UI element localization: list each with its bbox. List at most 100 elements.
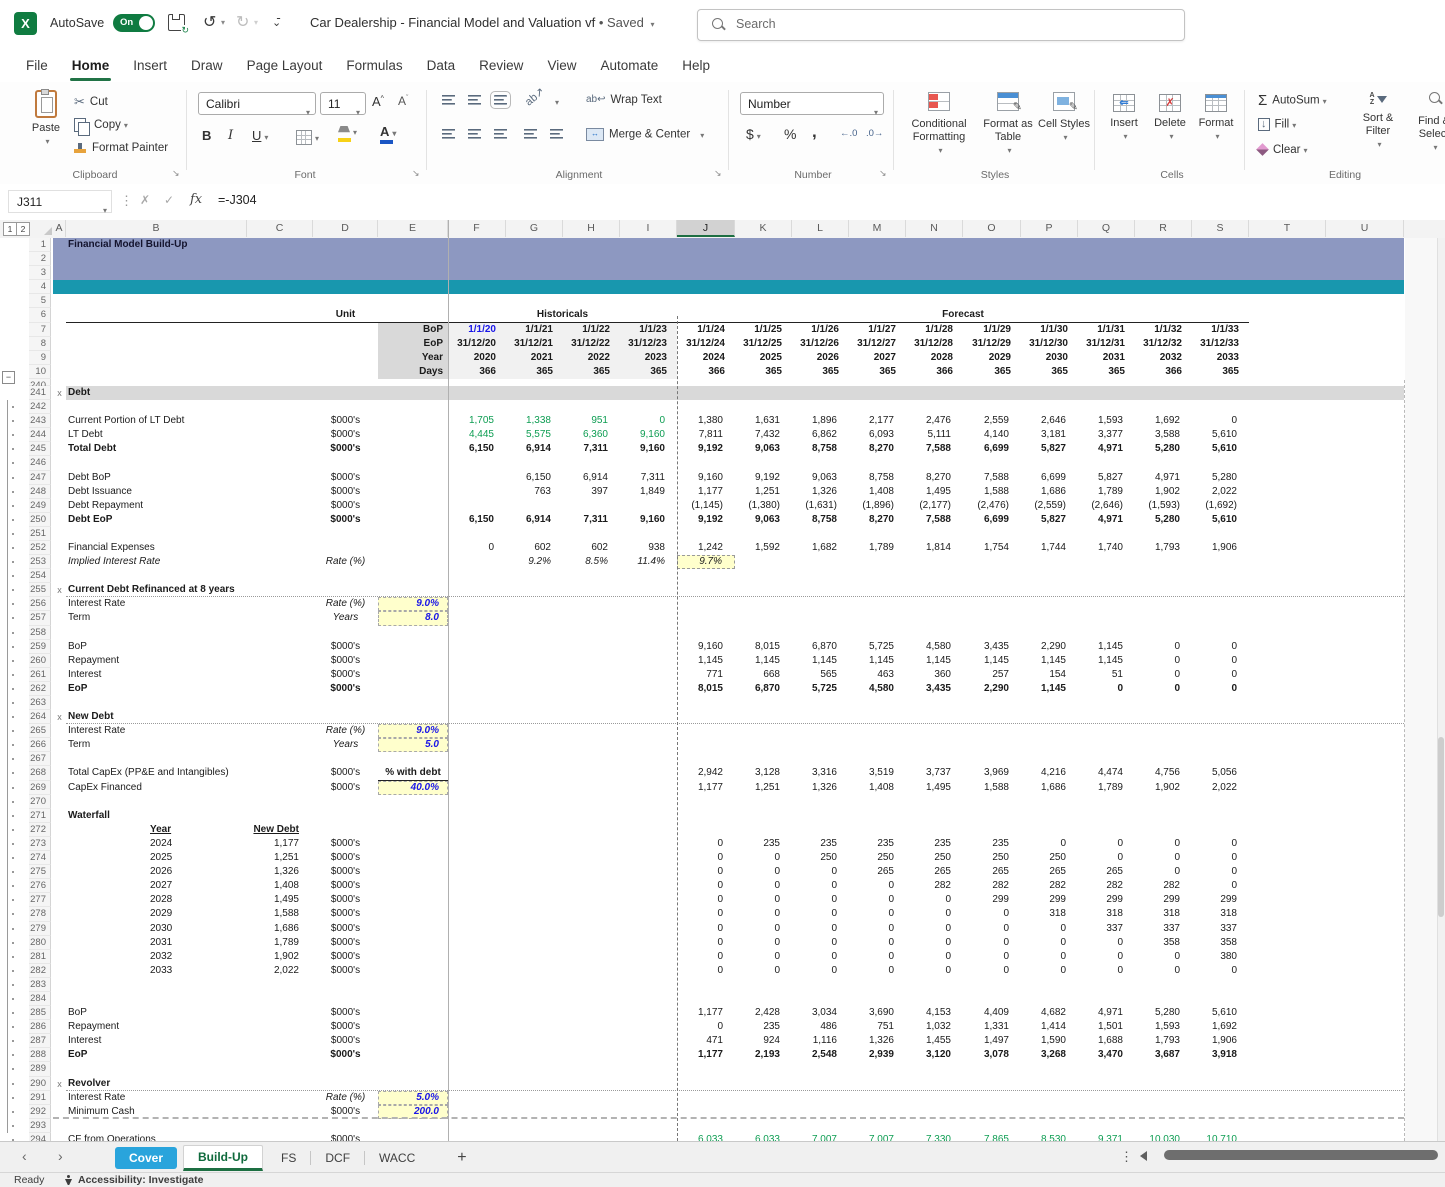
cell-M249[interactable]: (1,896) [849, 499, 906, 513]
cell-O278[interactable]: 0 [963, 907, 1021, 921]
cell-D265[interactable]: Rate (%) [313, 724, 378, 738]
borders-button[interactable]: ▾ [296, 130, 319, 145]
cell-G252[interactable]: 602 [506, 541, 563, 555]
menu-tab-draw[interactable]: Draw [179, 52, 235, 79]
cell-G253[interactable]: 9.2% [506, 555, 563, 569]
clear-button[interactable]: Clear▾ [1258, 144, 1308, 156]
period-label-year[interactable]: Year [378, 351, 448, 365]
cell-N287[interactable]: 1,455 [906, 1034, 963, 1048]
cell-P288[interactable]: 3,268 [1021, 1048, 1078, 1062]
cell-N280[interactable]: 0 [906, 936, 963, 950]
cell-M285[interactable]: 3,690 [849, 1006, 906, 1020]
cell-Q268[interactable]: 4,474 [1078, 766, 1135, 780]
row-header-281[interactable]: 281 [29, 950, 51, 964]
cell-L276[interactable]: 0 [792, 879, 849, 893]
cell-Q248[interactable]: 1,789 [1078, 485, 1135, 499]
cell-I247[interactable]: 7,311 [620, 471, 677, 485]
row-header-245[interactable]: 245 [29, 442, 51, 456]
cell-M8[interactable]: 31/12/27 [849, 337, 906, 351]
cell-J249[interactable]: (1,145) [677, 499, 735, 513]
sheet-tab-wacc[interactable]: WACC [365, 1147, 429, 1169]
cell-M260[interactable]: 1,145 [849, 654, 906, 668]
cell-C274[interactable]: 1,251 [247, 851, 313, 865]
row-header-8[interactable]: 8 [29, 337, 51, 351]
cell-B281[interactable]: 2032 [66, 950, 247, 964]
align-center-button[interactable] [468, 128, 481, 140]
cell-R252[interactable]: 1,793 [1135, 541, 1192, 555]
cell-O7[interactable]: 1/1/29 [963, 323, 1021, 337]
row-header-3[interactable]: 3 [29, 266, 51, 280]
cell-R243[interactable]: 1,692 [1135, 414, 1192, 428]
cell-D256[interactable]: Rate (%) [313, 597, 378, 611]
cell-P243[interactable]: 2,646 [1021, 414, 1078, 428]
conditional-formatting-button[interactable]: Conditional Formatting▾ [906, 92, 972, 157]
col-header-A[interactable]: A [53, 220, 66, 237]
unit-header[interactable]: Unit [313, 308, 378, 322]
row-header-9[interactable]: 9 [29, 351, 51, 365]
cell-H252[interactable]: 602 [563, 541, 620, 555]
cell-P249[interactable]: (2,559) [1021, 499, 1078, 513]
cell-S285[interactable]: 5,610 [1192, 1006, 1249, 1020]
cell-L281[interactable]: 0 [792, 950, 849, 964]
cancel-icon[interactable]: ✗ [140, 193, 150, 207]
cell-L252[interactable]: 1,682 [792, 541, 849, 555]
cell-D262[interactable]: $000's [313, 682, 378, 696]
cell-I250[interactable]: 9,160 [620, 513, 677, 527]
cell-J273[interactable]: 0 [677, 837, 735, 851]
cell-P279[interactable]: 0 [1021, 922, 1078, 936]
historicals-header[interactable]: Historicals [448, 308, 677, 322]
tab-nav-prev-icon[interactable]: ‹ [22, 1148, 27, 1164]
cell-D245[interactable]: $000's [313, 442, 378, 456]
col-header-H[interactable]: H [563, 220, 620, 237]
clipboard-dialog-launcher[interactable]: ↘ [172, 168, 180, 179]
cell-G243[interactable]: 1,338 [506, 414, 563, 428]
menu-tab-review[interactable]: Review [467, 52, 535, 79]
row-header-273[interactable]: 273 [29, 837, 51, 851]
col-header-M[interactable]: M [849, 220, 906, 237]
cell-J262[interactable]: 8,015 [677, 682, 735, 696]
cell-D277[interactable]: $000's [313, 893, 378, 907]
cell-B276[interactable]: 2027 [66, 879, 247, 893]
cell-K10[interactable]: 365 [735, 365, 792, 379]
cell-M282[interactable]: 0 [849, 964, 906, 978]
cell-P286[interactable]: 1,414 [1021, 1020, 1078, 1034]
row-header-255[interactable]: 255 [29, 583, 51, 597]
orientation-chevron-icon[interactable]: ▾ [552, 96, 559, 108]
cell-G9[interactable]: 2021 [506, 351, 563, 365]
cell-K294[interactable]: 6,033 [735, 1133, 792, 1141]
cell-D291[interactable]: Rate (%) [313, 1091, 378, 1105]
row-header-256[interactable]: 256 [29, 597, 51, 611]
cell-P294[interactable]: 8,530 [1021, 1133, 1078, 1141]
cell-M281[interactable]: 0 [849, 950, 906, 964]
cell-P275[interactable]: 265 [1021, 865, 1078, 879]
cell-S287[interactable]: 1,906 [1192, 1034, 1249, 1048]
cell-L268[interactable]: 3,316 [792, 766, 849, 780]
cell-C273[interactable]: 1,177 [247, 837, 313, 851]
cell-M252[interactable]: 1,789 [849, 541, 906, 555]
cell-M286[interactable]: 751 [849, 1020, 906, 1034]
period-label-bop[interactable]: BoP [378, 323, 448, 337]
cell-Q260[interactable]: 1,145 [1078, 654, 1135, 668]
cell-O259[interactable]: 3,435 [963, 640, 1021, 654]
cell-Q9[interactable]: 2031 [1078, 351, 1135, 365]
cell-Q280[interactable]: 0 [1078, 936, 1135, 950]
grow-font-button[interactable]: A^ [372, 94, 384, 109]
row-header-271[interactable]: 271 [29, 809, 51, 823]
cell-Q7[interactable]: 1/1/31 [1078, 323, 1135, 337]
cell-N262[interactable]: 3,435 [906, 682, 963, 696]
cell-J287[interactable]: 471 [677, 1034, 735, 1048]
insert-function-icon[interactable]: fx [190, 192, 202, 207]
cell-Q261[interactable]: 51 [1078, 668, 1135, 682]
row-header-268[interactable]: 268 [29, 766, 51, 780]
col-header-I[interactable]: I [620, 220, 677, 237]
find-select-button[interactable]: Find & Select▾ [1408, 92, 1445, 154]
underline-button[interactable]: U▾ [252, 128, 268, 143]
cell-S247[interactable]: 5,280 [1192, 471, 1249, 485]
cell-O285[interactable]: 4,409 [963, 1006, 1021, 1020]
cell-S8[interactable]: 31/12/33 [1192, 337, 1249, 351]
section-marker-255[interactable]: x [53, 583, 66, 597]
row-header-291[interactable]: 291 [29, 1091, 51, 1105]
cell-J244[interactable]: 7,811 [677, 428, 735, 442]
cell-M247[interactable]: 8,758 [849, 471, 906, 485]
cell-C277[interactable]: 1,495 [247, 893, 313, 907]
